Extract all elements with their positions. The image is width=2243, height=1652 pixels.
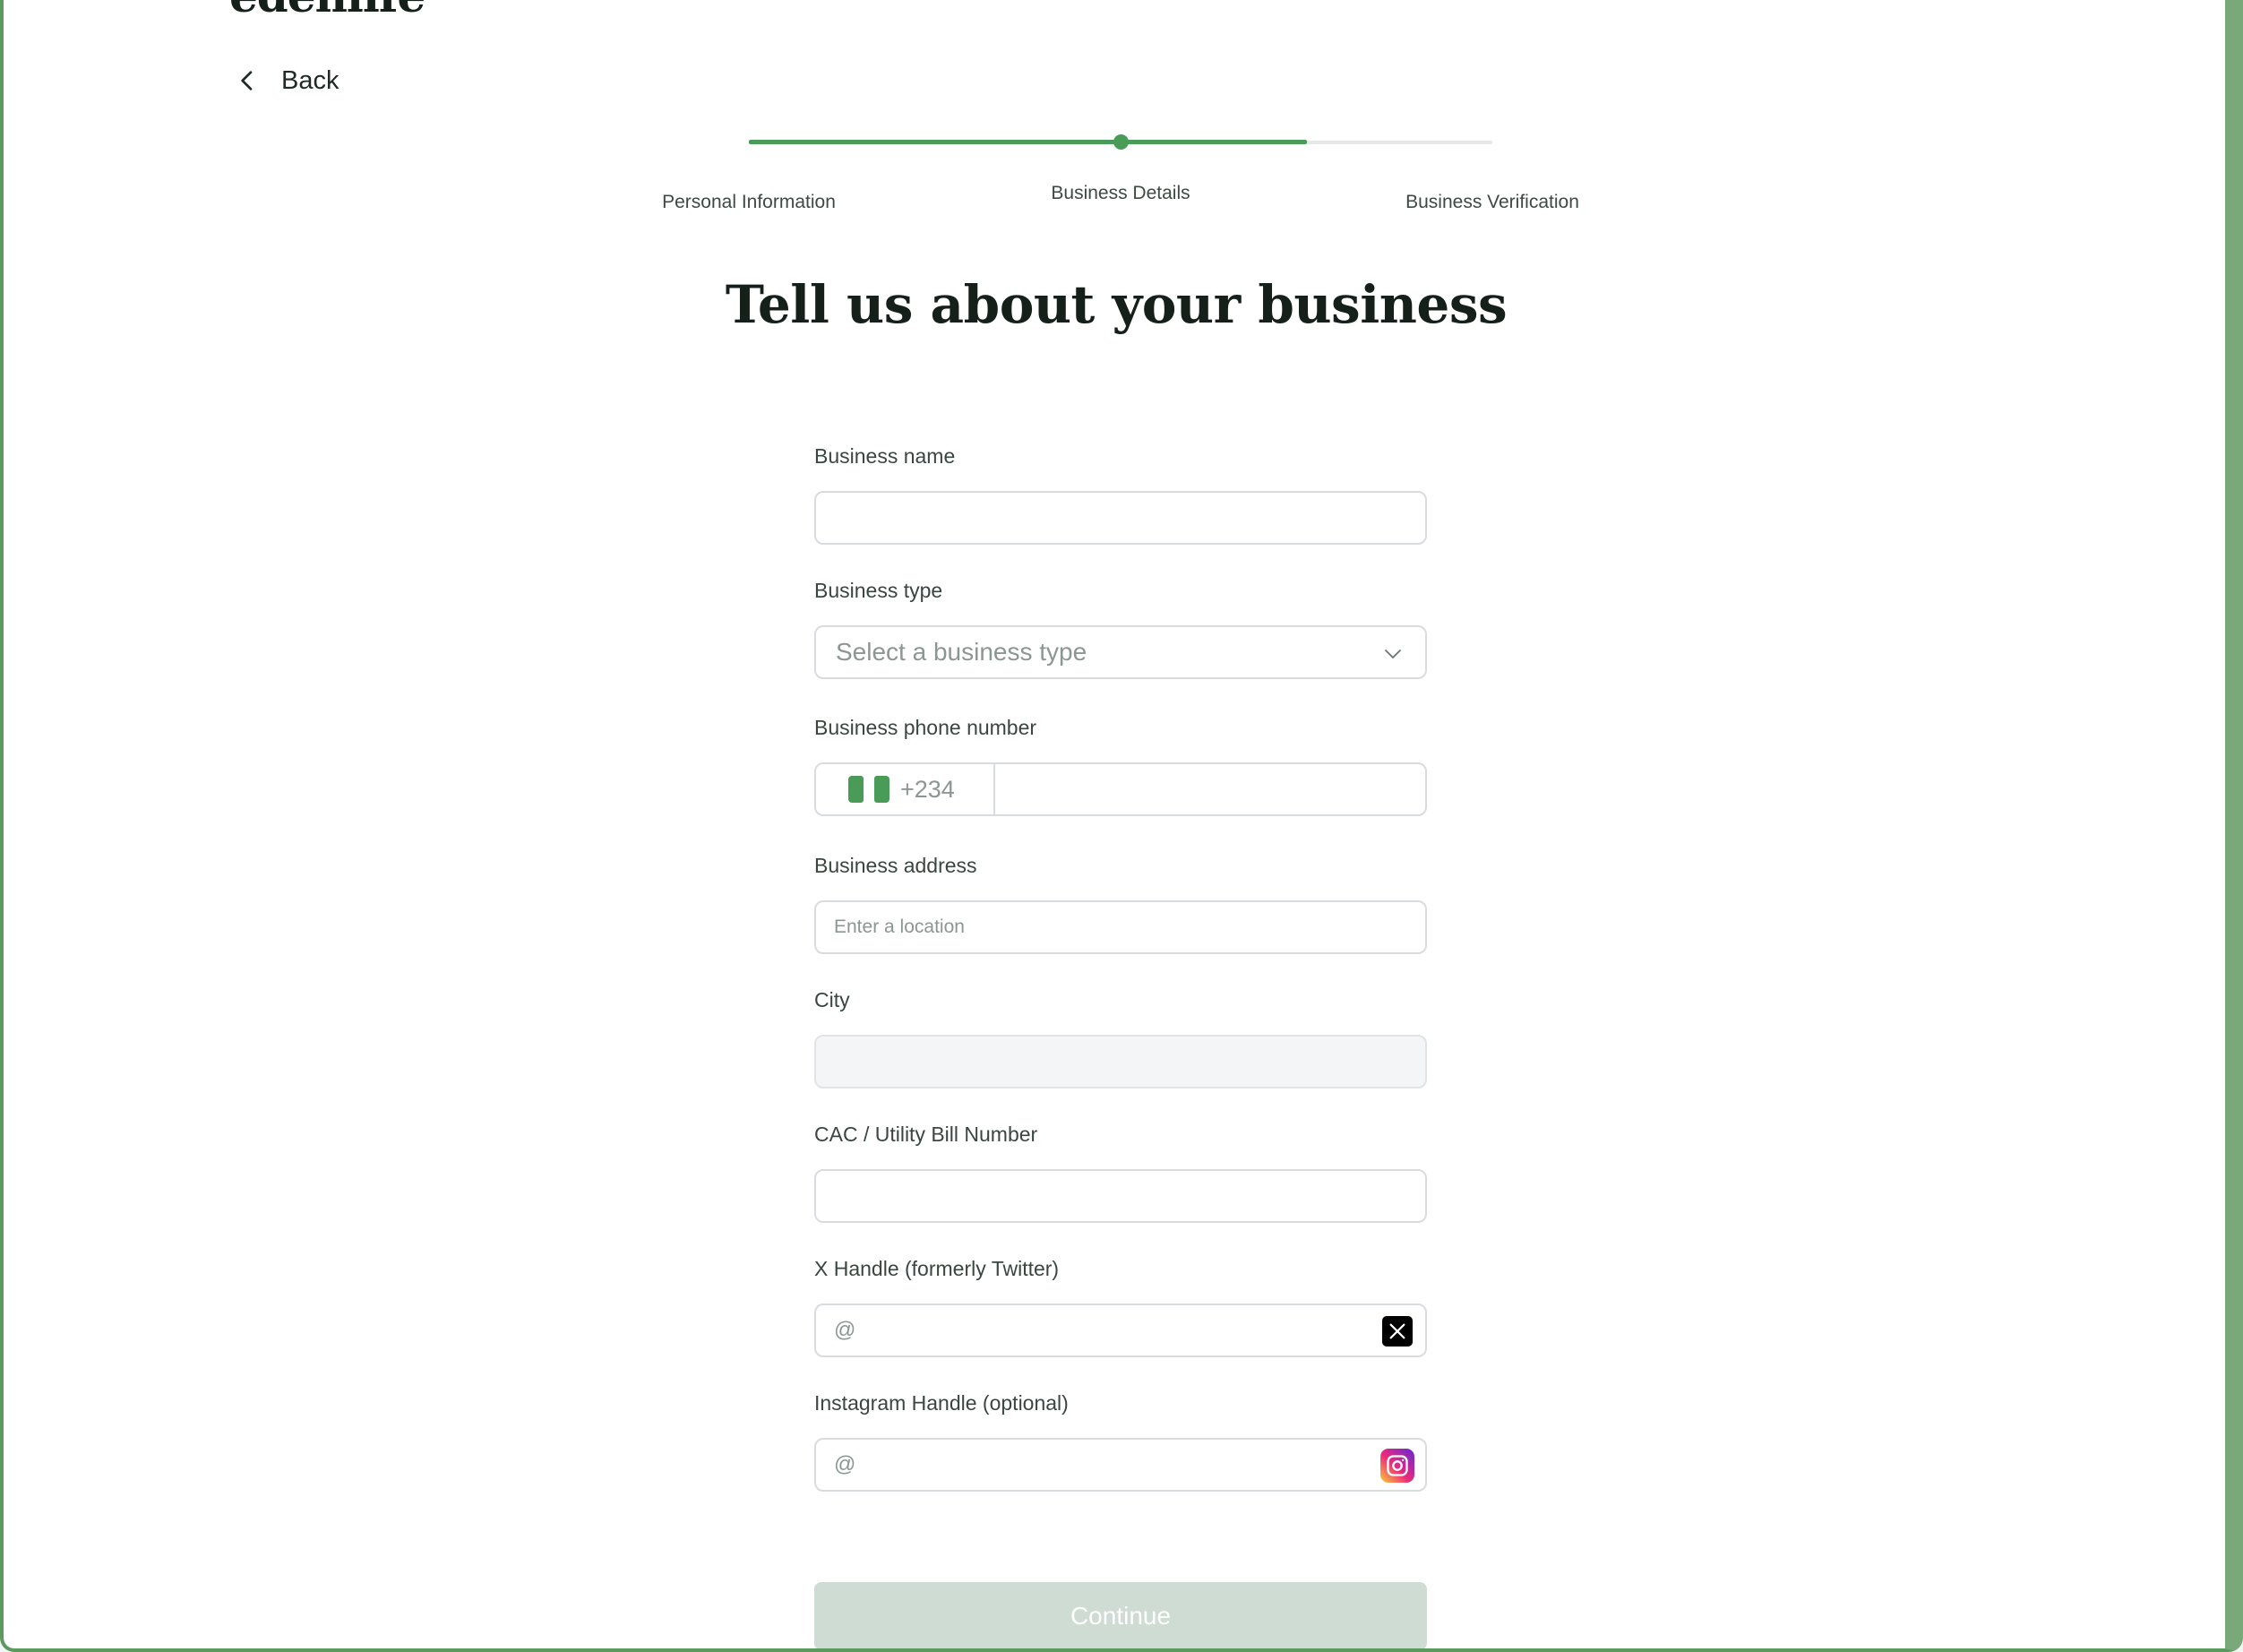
- business-phone-label: Business phone number: [814, 716, 1037, 739]
- cac-number-field: CAC / Utility Bill Number: [814, 1121, 1427, 1223]
- chevron-down-icon: [1385, 650, 1401, 658]
- business-type-label: Business type: [814, 579, 943, 602]
- city-input[interactable]: [816, 1037, 1425, 1087]
- business-name-label: Business name: [814, 444, 956, 468]
- cac-number-label: CAC / Utility Bill Number: [814, 1123, 1038, 1146]
- business-phone-box: +234: [814, 762, 1427, 816]
- instagram-handle-input[interactable]: [816, 1440, 1425, 1490]
- step-business-details[interactable]: Business Details: [1051, 183, 1190, 204]
- continue-button[interactable]: Continue: [814, 1582, 1427, 1648]
- step-business-verification[interactable]: Business Verification: [1405, 192, 1579, 213]
- nigeria-flag-icon: [848, 776, 889, 803]
- city-field: City: [814, 986, 1427, 1088]
- business-address-field: Business address: [814, 852, 1427, 954]
- business-name-field: Business name: [814, 443, 1427, 545]
- instagram-handle-box: [814, 1438, 1427, 1492]
- business-phone-input[interactable]: [995, 764, 1425, 814]
- x-handle-label: X Handle (formerly Twitter): [814, 1257, 1060, 1280]
- business-address-box: [814, 900, 1427, 954]
- instagram-handle-field: Instagram Handle (optional): [814, 1390, 1427, 1492]
- chevron-left-icon: [241, 71, 253, 90]
- x-logo-icon: [1382, 1316, 1413, 1347]
- x-handle-box: [814, 1304, 1427, 1357]
- business-phone-field: Business phone number +234: [814, 714, 1427, 816]
- progress-stepper: [749, 134, 1492, 150]
- dial-code: +234: [900, 775, 955, 803]
- cac-number-box: [814, 1169, 1427, 1223]
- stepper-progress-fill: [749, 140, 1307, 144]
- cac-number-input[interactable]: [816, 1171, 1425, 1221]
- app-frame: edenlife Back Personal Information Busin…: [0, 0, 2243, 1652]
- back-button[interactable]: Back: [233, 61, 339, 100]
- back-label: Back: [281, 65, 339, 95]
- step-personal-information[interactable]: Personal Information: [662, 192, 836, 213]
- stepper-current-dot: [1113, 134, 1129, 150]
- business-type-placeholder: Select a business type: [836, 638, 1087, 666]
- instagram-handle-label: Instagram Handle (optional): [814, 1391, 1069, 1415]
- x-handle-field: X Handle (formerly Twitter): [814, 1255, 1427, 1357]
- instagram-logo-icon: [1380, 1449, 1414, 1483]
- brand-logo: edenlife: [229, 0, 425, 22]
- business-type-select[interactable]: Select a business type: [814, 625, 1427, 679]
- business-name-input[interactable]: [816, 493, 1425, 543]
- country-code-selector[interactable]: +234: [816, 764, 995, 814]
- page-title: Tell us about your business: [725, 274, 1508, 335]
- business-address-input[interactable]: [816, 902, 1425, 952]
- business-type-field: Business type Select a business type: [814, 577, 1427, 679]
- x-handle-input[interactable]: [816, 1305, 1425, 1355]
- city-label: City: [814, 988, 850, 1011]
- business-name-box: [814, 491, 1427, 545]
- city-box: [814, 1035, 1427, 1088]
- business-address-label: Business address: [814, 854, 977, 877]
